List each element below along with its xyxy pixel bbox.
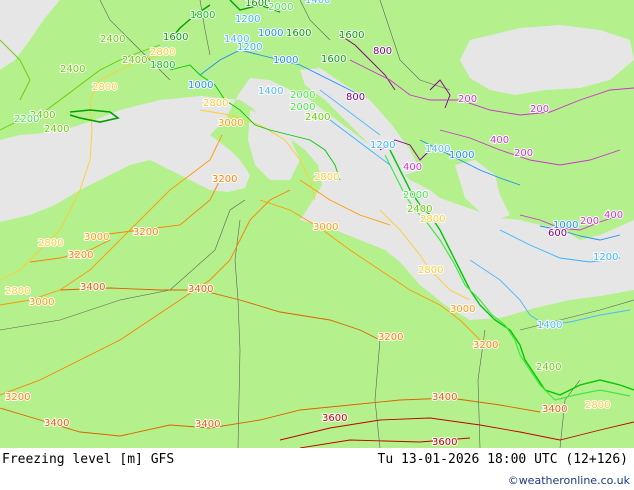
contour-label: 1400 xyxy=(425,144,450,155)
contour-label: 1400 xyxy=(258,86,283,97)
contour-label: 2800 xyxy=(585,400,610,411)
contour-label: 1400 xyxy=(537,320,562,331)
contour-label: 200 xyxy=(514,148,533,159)
contour-label: 2800 xyxy=(314,172,339,183)
contour-label: 800 xyxy=(373,46,392,57)
contour-label: 2400 xyxy=(536,362,561,373)
contour-label: 3600 xyxy=(432,437,457,448)
map-title: Freezing level [m] GFS xyxy=(2,452,175,467)
contour-label: 200 xyxy=(530,104,549,115)
freezing-level-map: 2400240024002400240016001600200018001400… xyxy=(0,0,634,448)
contour-label: 1000 xyxy=(258,28,283,39)
contour-label: 400 xyxy=(490,135,509,146)
contour-label: 2000 xyxy=(290,90,315,101)
contour-label: 1000 xyxy=(553,220,578,231)
contour-label: 2400 xyxy=(122,55,147,66)
contour-label: 3600 xyxy=(322,413,347,424)
footer-bar: Freezing level [m] GFS Tu 13-01-2026 18:… xyxy=(0,448,634,490)
contour-label: 1600 xyxy=(245,0,270,9)
contour-label: 400 xyxy=(604,210,623,221)
contour-label: 3400 xyxy=(80,282,105,293)
contour-label: 3200 xyxy=(212,174,237,185)
contour-label: 1600 xyxy=(321,54,346,65)
contour-label: 3400 xyxy=(542,404,567,415)
contour-label: 3000 xyxy=(29,297,54,308)
contour-label: 2800 xyxy=(420,214,445,225)
contour-label: 3200 xyxy=(378,332,403,343)
contour-label: 1200 xyxy=(593,252,618,263)
contour-label: 1600 xyxy=(286,28,311,39)
contour-label: 400 xyxy=(403,162,422,173)
contour-label: 1000 xyxy=(449,150,474,161)
contour-label: 1400 xyxy=(305,0,330,6)
contour-label: 3400 xyxy=(195,419,220,430)
contour-label: 200 xyxy=(580,216,599,227)
contour-label: 800 xyxy=(346,92,365,103)
contour-label: 1600 xyxy=(339,30,364,41)
contour-label: 2800 xyxy=(5,286,30,297)
contour-label: 200 xyxy=(458,94,477,105)
contour-label: 1800 xyxy=(190,10,215,21)
contour-label: 1800 xyxy=(150,60,175,71)
contour-label: 2000 xyxy=(403,190,428,201)
contour-label: 1200 xyxy=(235,14,260,25)
contour-label: 1200 xyxy=(237,42,262,53)
contour-label: 2800 xyxy=(203,98,228,109)
contour-label: 3000 xyxy=(218,118,243,129)
contour-label: 2800 xyxy=(418,265,443,276)
contour-label: 3200 xyxy=(5,392,30,403)
contour-label: 2800 xyxy=(150,47,175,58)
contour-label: 3000 xyxy=(313,222,338,233)
contour-label: 2400 xyxy=(60,64,85,75)
contour-label: 2400 xyxy=(100,34,125,45)
contour-label: 2400 xyxy=(305,112,330,123)
contour-label: 1000 xyxy=(273,55,298,66)
contour-label: 3200 xyxy=(68,250,93,261)
contour-label: 3000 xyxy=(84,232,109,243)
contour-label: 3200 xyxy=(473,340,498,351)
contour-label: 1200 xyxy=(370,140,395,151)
contour-label: 3400 xyxy=(188,284,213,295)
contour-label: 1000 xyxy=(188,80,213,91)
contour-label: 3200 xyxy=(133,227,158,238)
valid-time: Tu 13-01-2026 18:00 UTC (12+126) xyxy=(377,452,628,467)
contour-label: 2200 xyxy=(14,114,39,125)
contour-label: 2800 xyxy=(38,238,63,249)
contour-label: 3400 xyxy=(44,418,69,429)
contour-label: 3400 xyxy=(432,392,457,403)
contour-label: 2000 xyxy=(268,2,293,13)
contour-label: 1600 xyxy=(163,32,188,43)
contour-label: 3000 xyxy=(450,304,475,315)
credit-link[interactable]: ©weatheronline.co.uk xyxy=(508,474,630,487)
contour-label: 2800 xyxy=(92,82,117,93)
contour-label: 2400 xyxy=(44,124,69,135)
